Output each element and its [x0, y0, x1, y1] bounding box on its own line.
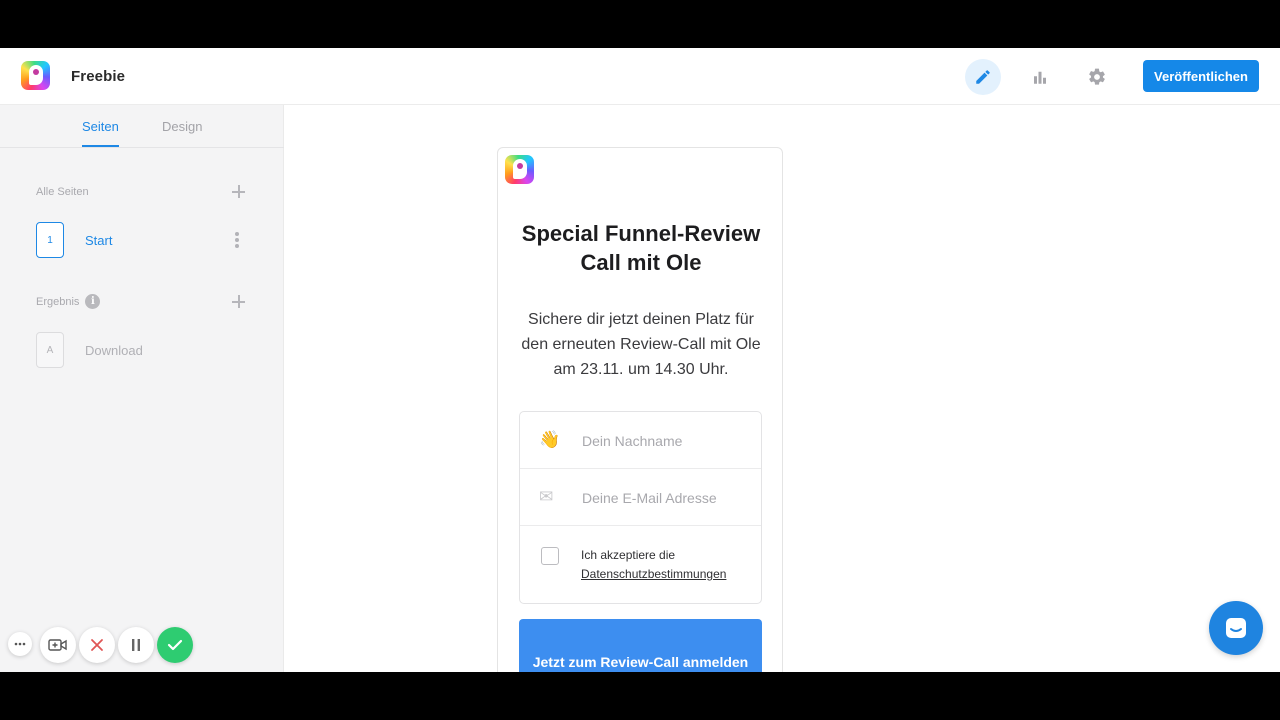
- result-heading: Ergebnis i: [36, 294, 101, 309]
- tab-seiten[interactable]: Seiten: [82, 119, 119, 134]
- editor-canvas: Special Funnel-Review Call mit Ole Siche…: [285, 105, 1280, 672]
- envelope-icon: ✉: [539, 487, 554, 506]
- email-field-row: ✉: [520, 469, 761, 526]
- funnel-subtitle[interactable]: Sichere dir jetzt deinen Platz für den e…: [498, 307, 782, 382]
- more-button[interactable]: [8, 632, 32, 656]
- check-icon: [167, 639, 183, 651]
- discard-recording-button[interactable]: [79, 627, 115, 663]
- privacy-policy-link[interactable]: Datenschutzbestimmungen: [581, 565, 726, 584]
- sidebar-tabs: Seiten Design: [0, 105, 284, 148]
- settings-button[interactable]: [1079, 59, 1115, 95]
- info-icon[interactable]: i: [85, 294, 101, 309]
- tab-design[interactable]: Design: [162, 119, 202, 134]
- pause-recording-button[interactable]: [118, 627, 154, 663]
- top-header: Freebie Veröffentlichen: [0, 48, 1280, 105]
- close-icon: [91, 639, 103, 651]
- active-tab-indicator: [82, 145, 119, 147]
- waving-hand-icon: 👋: [539, 430, 561, 449]
- camera-button[interactable]: [40, 627, 76, 663]
- gear-icon: [1089, 68, 1105, 85]
- funnel-title[interactable]: Special Funnel-Review Call mit Ole: [498, 219, 782, 277]
- page-options-button[interactable]: [235, 232, 239, 248]
- chart-icon: [1034, 71, 1046, 84]
- app-logo[interactable]: [21, 61, 50, 90]
- funnel-logo[interactable]: [505, 155, 534, 184]
- privacy-consent-text: Ich akzeptiere die Datenschutzbestimmung…: [581, 546, 726, 584]
- app-window: Freebie Veröffentlichen Seiten Design Al…: [0, 48, 1280, 672]
- pause-icon: [132, 639, 140, 651]
- sidebar: Seiten Design Alle Seiten 1 Start Ergebn…: [0, 105, 284, 672]
- chat-button[interactable]: [1209, 601, 1263, 655]
- add-page-button[interactable]: [232, 185, 246, 199]
- edit-icon: [976, 70, 990, 84]
- email-input[interactable]: [582, 488, 752, 508]
- all-pages-heading: Alle Seiten: [36, 186, 89, 198]
- statistics-button[interactable]: [1022, 59, 1058, 95]
- add-result-button[interactable]: [232, 295, 246, 309]
- camera-add-icon: [48, 639, 67, 651]
- page-badge-start[interactable]: 1: [36, 222, 64, 258]
- project-name: Freebie: [71, 68, 126, 85]
- sidebar-item-download[interactable]: Download: [85, 343, 143, 358]
- publish-button[interactable]: Veröffentlichen: [1143, 60, 1259, 92]
- edit-button[interactable]: [965, 59, 1001, 95]
- more-icon: [14, 642, 26, 646]
- funnel-preview[interactable]: Special Funnel-Review Call mit Ole Siche…: [497, 147, 783, 672]
- privacy-checkbox[interactable]: [541, 547, 559, 565]
- lastname-input[interactable]: [582, 431, 752, 451]
- letterbox-bottom: [0, 672, 1280, 720]
- sidebar-item-start[interactable]: Start: [85, 233, 112, 248]
- finish-recording-button[interactable]: [157, 627, 193, 663]
- letterbox-top: [0, 0, 1280, 48]
- chat-icon: [1226, 618, 1246, 638]
- register-button[interactable]: Jetzt zum Review-Call anmelden: [519, 619, 762, 672]
- signup-form: 👋 ✉ Ich akzeptiere die Datenschutzbestim…: [519, 411, 762, 604]
- name-field-row: 👋: [520, 412, 761, 469]
- page-badge-download[interactable]: A: [36, 332, 64, 368]
